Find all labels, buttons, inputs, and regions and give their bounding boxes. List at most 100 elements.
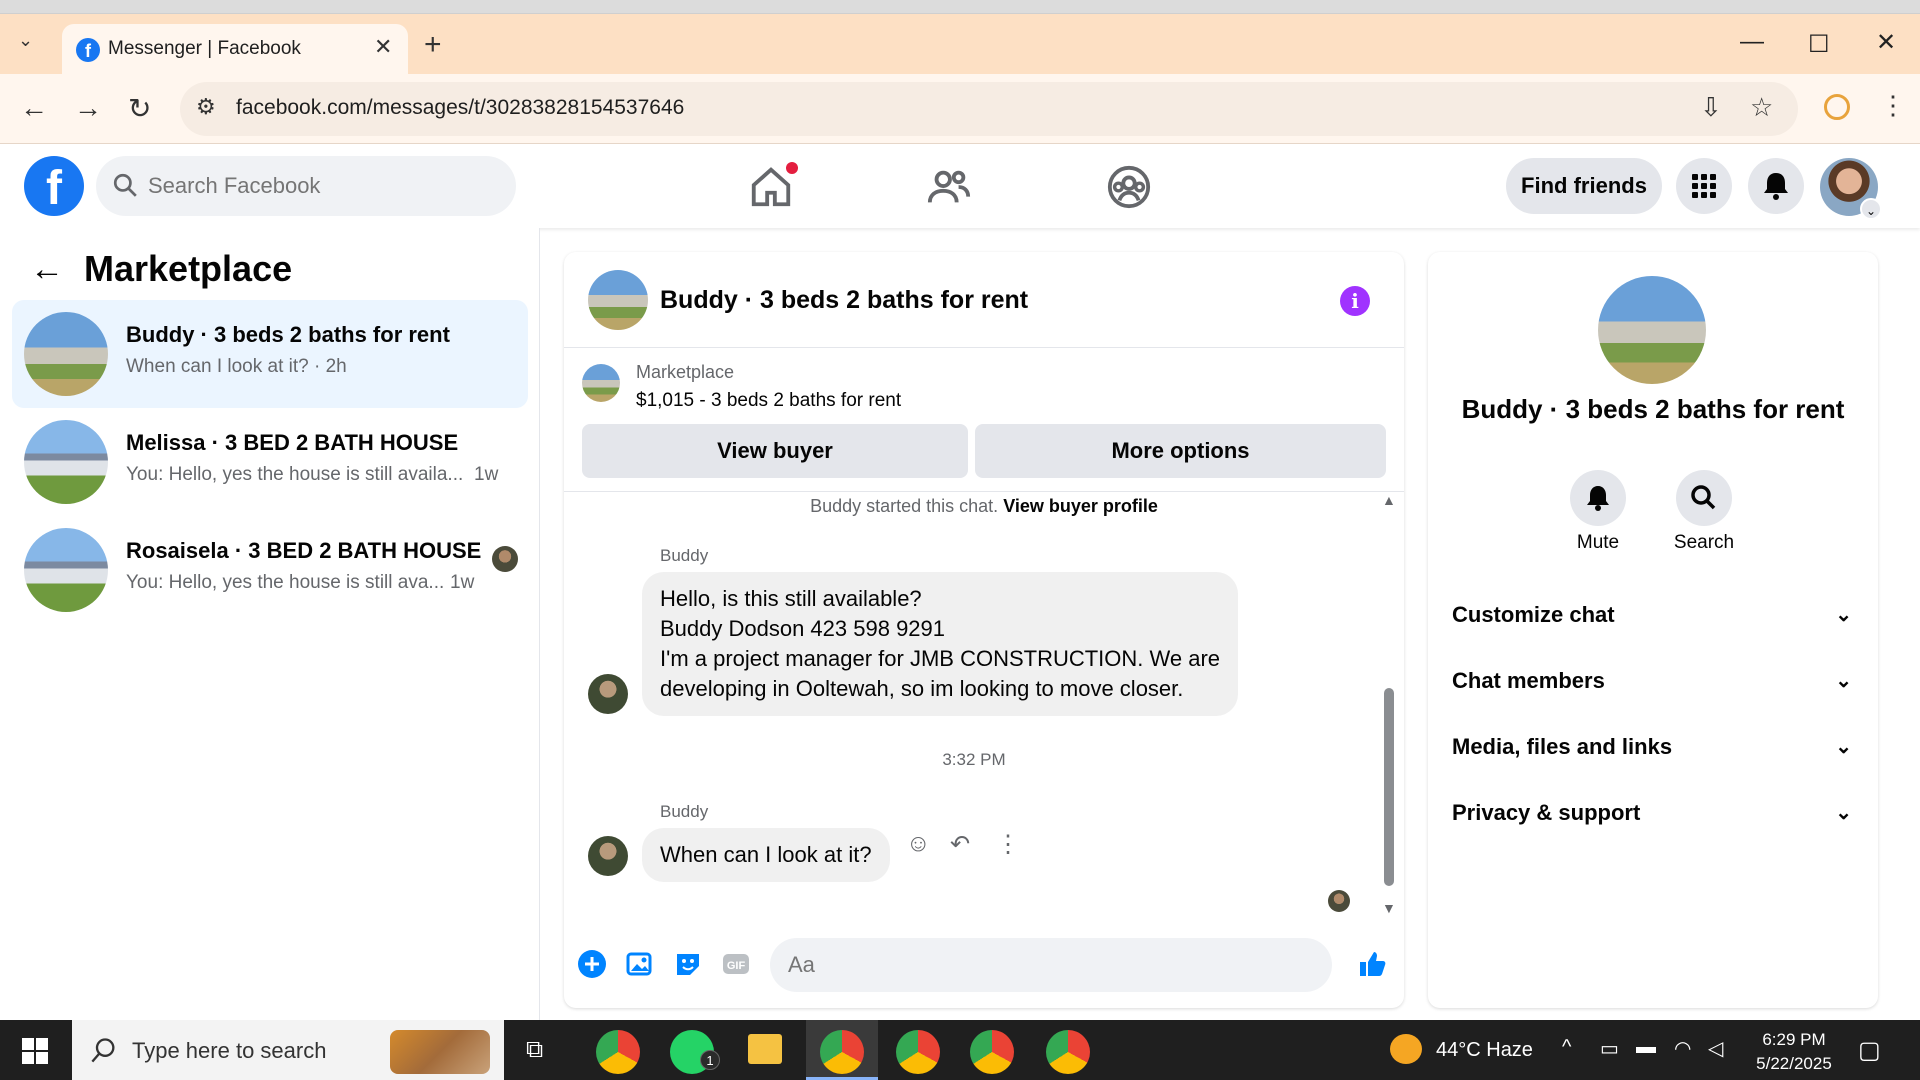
search-chat-button[interactable] xyxy=(1676,470,1732,526)
svg-text:GIF: GIF xyxy=(727,960,746,972)
row-label: Privacy & support xyxy=(1452,800,1641,825)
browser-menu-icon[interactable]: ⋮ xyxy=(1880,90,1906,121)
chevron-down-icon: ⌄ xyxy=(1835,736,1852,758)
system-text: Buddy started this chat. xyxy=(810,496,999,516)
menu-grid-button[interactable] xyxy=(1676,158,1732,214)
gif-icon[interactable]: GIF xyxy=(720,948,752,980)
chrome-profile-icon[interactable] xyxy=(820,1030,864,1074)
chrome-profile-icon[interactable] xyxy=(970,1030,1014,1074)
minimize-icon[interactable]: — xyxy=(1740,28,1764,56)
search-input[interactable] xyxy=(148,166,488,206)
message-input[interactable] xyxy=(788,946,1248,984)
row-label: Customize chat xyxy=(1452,602,1615,627)
weather-text[interactable]: 44°C Haze xyxy=(1436,1039,1533,1062)
more-actions-icon[interactable]: ⋮ xyxy=(996,830,1020,859)
react-icon[interactable]: ☺ xyxy=(906,830,931,858)
task-view-icon[interactable]: ⧉ xyxy=(526,1036,543,1064)
notification-center-icon[interactable]: ▢ xyxy=(1858,1036,1881,1065)
tab-search-dropdown[interactable]: ⌄ xyxy=(18,30,33,51)
more-options-button[interactable]: More options xyxy=(975,424,1386,478)
sender-avatar[interactable] xyxy=(588,674,628,714)
photo-icon[interactable] xyxy=(624,948,656,980)
maximize-icon[interactable]: ☐ xyxy=(1808,30,1830,59)
privacy-support-row[interactable]: Privacy & support ⌄ xyxy=(1452,786,1862,846)
chrome-icon[interactable] xyxy=(596,1030,640,1074)
conversation-name: Rosaisela · 3 BED 2 BATH HOUSE xyxy=(126,538,482,563)
chat-members-row[interactable]: Chat members ⌄ xyxy=(1452,654,1862,714)
bookmark-star-icon[interactable]: ☆ xyxy=(1750,92,1773,123)
close-tab-icon[interactable]: ✕ xyxy=(374,34,392,60)
chat-avatar[interactable] xyxy=(588,270,648,330)
forward-icon[interactable]: → xyxy=(74,92,102,124)
chevron-down-icon: ⌄ xyxy=(1835,604,1852,626)
scroll-down-icon[interactable]: ▼ xyxy=(1382,900,1396,916)
tab-bar: ⌄ f Messenger | Facebook ✕ + — ☐ ✕ xyxy=(0,14,1920,74)
device-icon[interactable]: ▭ xyxy=(1600,1036,1619,1061)
scrollbar-thumb[interactable] xyxy=(1384,688,1394,886)
chevron-up-icon[interactable]: ^ xyxy=(1562,1036,1571,1059)
composer: GIF xyxy=(564,924,1404,1008)
url-text[interactable]: facebook.com/messages/t/3028382815453764… xyxy=(236,96,684,120)
chat-title[interactable]: Buddy · 3 beds 2 baths for rent xyxy=(660,286,1028,315)
plus-icon[interactable] xyxy=(576,948,608,980)
sender-avatar[interactable] xyxy=(588,836,628,876)
customize-chat-row[interactable]: Customize chat ⌄ xyxy=(1452,588,1862,648)
site-info-icon[interactable]: ⚙ xyxy=(196,94,216,120)
reply-icon[interactable]: ↶ xyxy=(950,830,970,859)
groups-icon[interactable] xyxy=(1106,164,1152,210)
grid-icon xyxy=(1692,174,1716,198)
conversation-item[interactable]: Buddy · 3 beds 2 baths for rent When can… xyxy=(12,300,528,408)
chrome-profile-icon[interactable] xyxy=(896,1030,940,1074)
info-icon[interactable]: i xyxy=(1340,286,1370,316)
install-app-icon[interactable]: ⇩ xyxy=(1700,92,1722,123)
view-buyer-profile-link[interactable]: View buyer profile xyxy=(1003,496,1158,516)
listing-thumbnail xyxy=(582,364,620,402)
battery-icon[interactable]: ▬ xyxy=(1636,1036,1656,1059)
listing-category: Marketplace xyxy=(636,362,735,382)
chat-header: Buddy · 3 beds 2 baths for rent i xyxy=(564,252,1404,348)
profile-icon[interactable] xyxy=(1824,94,1850,120)
search-icon xyxy=(113,173,137,197)
message-line: developing in Ooltewah, so im looking to… xyxy=(660,676,1184,701)
back-arrow-icon[interactable]: ← xyxy=(30,250,64,289)
facebook-search[interactable] xyxy=(96,156,516,216)
conversation-item[interactable]: Melissa · 3 BED 2 BATH HOUSE You: Hello,… xyxy=(12,408,528,516)
notifications-button[interactable] xyxy=(1748,158,1804,214)
conversation-preview: When can I look at it? · 2h xyxy=(126,356,347,377)
find-friends-button[interactable]: Find friends xyxy=(1506,158,1662,214)
row-label: Media, files and links xyxy=(1452,734,1673,759)
file-explorer-icon[interactable] xyxy=(748,1034,782,1064)
address-bar[interactable]: ⚙ facebook.com/messages/t/30283828154537… xyxy=(180,82,1798,136)
search-icon xyxy=(1691,485,1716,510)
scroll-up-icon[interactable]: ▲ xyxy=(1382,492,1396,508)
sticker-icon[interactable] xyxy=(672,948,704,980)
conversation-item[interactable]: Rosaisela · 3 BED 2 BATH HOUSE You: Hell… xyxy=(12,516,528,624)
mute-button[interactable] xyxy=(1570,470,1626,526)
media-files-links-row[interactable]: Media, files and links ⌄ xyxy=(1452,720,1862,780)
conversation-name: Buddy · 3 beds 2 baths for rent xyxy=(126,322,450,347)
friends-icon[interactable] xyxy=(926,164,972,210)
conversation-list-panel: ← Marketplace Buddy · 3 beds 2 baths for… xyxy=(0,228,540,1020)
clock[interactable]: 6:29 PM 5/22/2025 xyxy=(1744,1028,1844,1076)
account-avatar[interactable]: ⌄ xyxy=(1820,158,1882,220)
message-bubble[interactable]: When can I look at it? xyxy=(642,828,890,882)
reload-icon[interactable]: ↻ xyxy=(128,92,151,125)
message-input-field[interactable] xyxy=(770,938,1332,992)
facebook-logo-icon[interactable]: f xyxy=(24,156,84,216)
like-thumb-icon[interactable] xyxy=(1356,948,1388,980)
back-icon[interactable]: ← xyxy=(20,92,48,124)
chat-info-panel: Buddy · 3 beds 2 baths for rent Mute Sea… xyxy=(1428,252,1878,1008)
taskbar-search[interactable]: Type here to search xyxy=(72,1020,504,1080)
close-window-icon[interactable]: ✕ xyxy=(1876,28,1896,57)
chrome-profile-icon[interactable] xyxy=(1046,1030,1090,1074)
windows-start-icon[interactable] xyxy=(22,1038,48,1064)
chat-info-avatar xyxy=(1598,276,1706,384)
browser-tab[interactable]: f Messenger | Facebook ✕ xyxy=(62,24,408,74)
weather-haze-icon[interactable] xyxy=(1390,1034,1422,1064)
new-tab-button[interactable]: + xyxy=(424,28,442,62)
message-line: I'm a project manager for JMB CONSTRUCTI… xyxy=(660,646,1221,671)
message-bubble[interactable]: Hello, is this still available? Buddy Do… xyxy=(642,572,1239,716)
wifi-icon[interactable]: ◠ xyxy=(1674,1036,1691,1061)
view-buyer-button[interactable]: View buyer xyxy=(582,424,968,478)
volume-icon[interactable]: ◁ xyxy=(1708,1036,1723,1061)
